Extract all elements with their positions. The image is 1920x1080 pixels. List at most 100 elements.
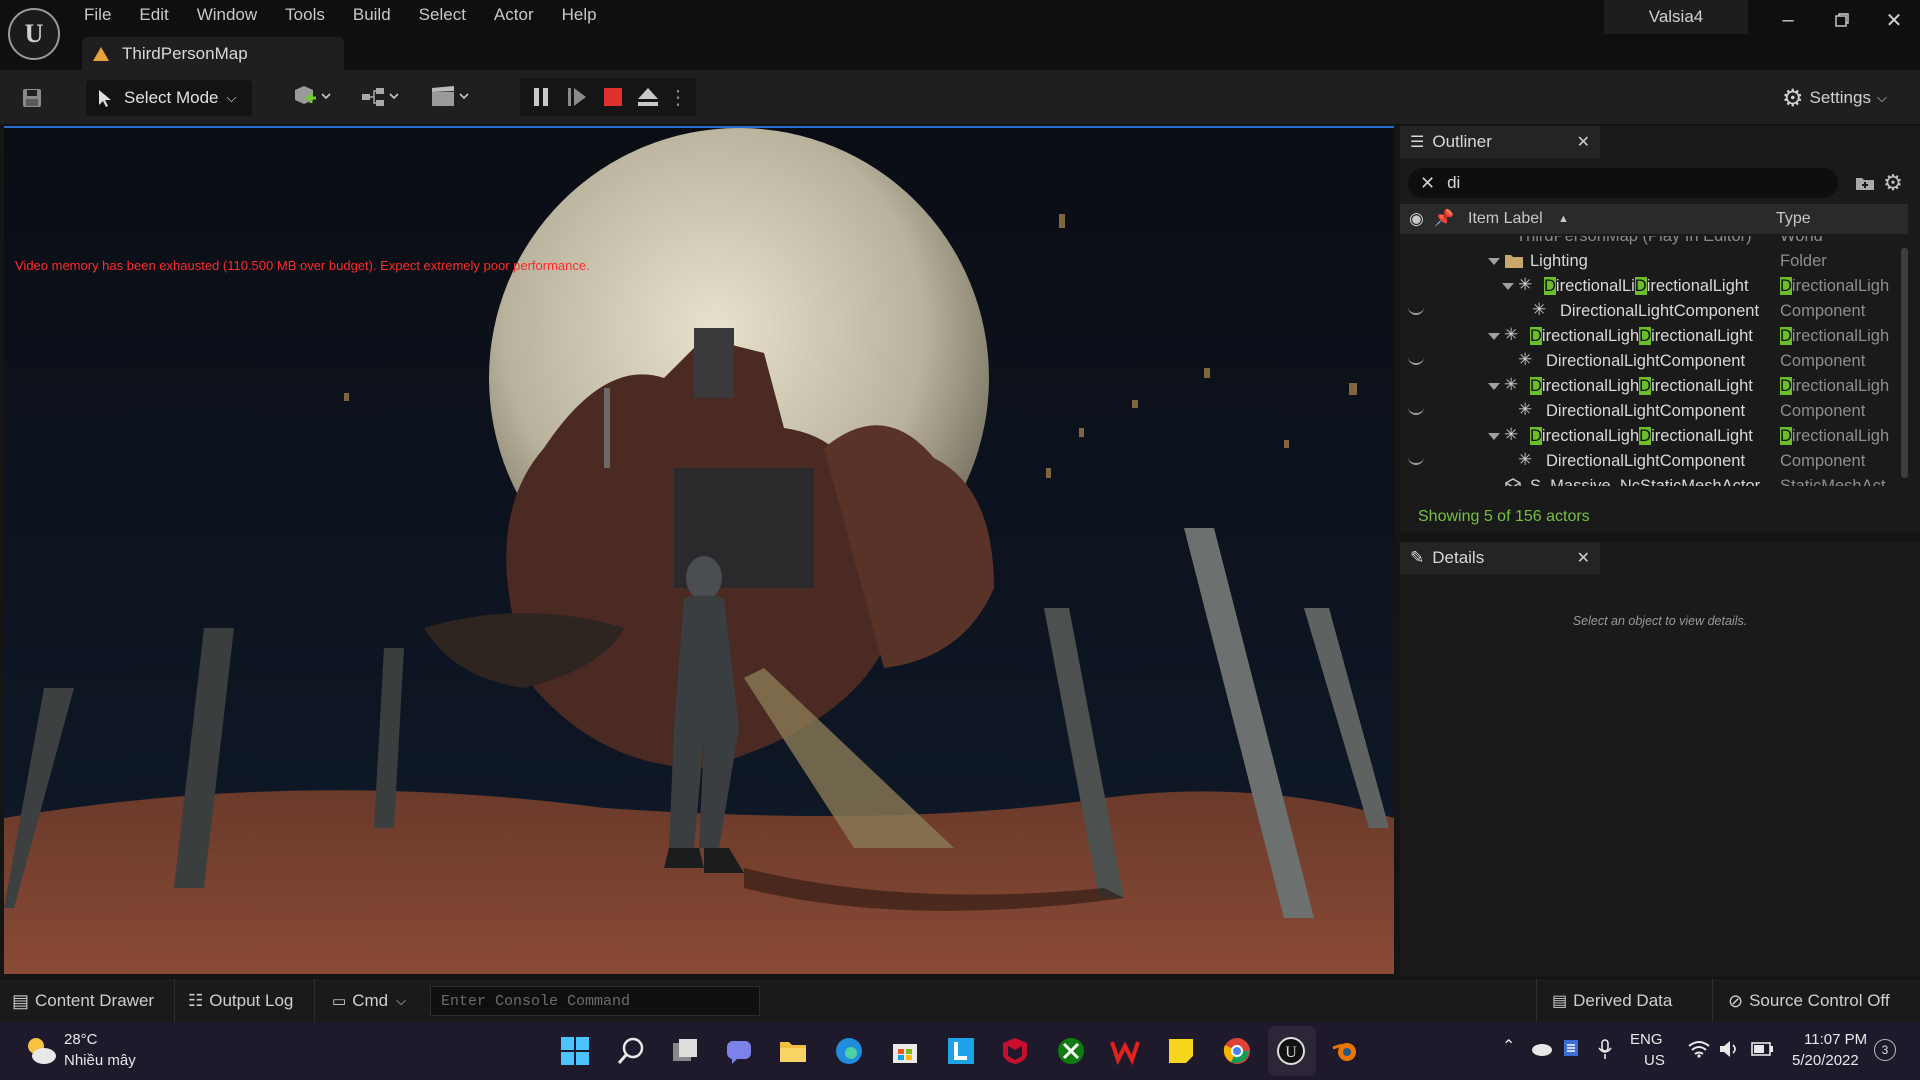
menu-edit[interactable]: Edit: [125, 0, 182, 30]
expand-arrow-icon[interactable]: [1488, 258, 1500, 265]
close-icon[interactable]: ✕: [1577, 132, 1590, 152]
output-log-button[interactable]: ☷ Output Log: [188, 979, 293, 1023]
tree-row-component[interactable]: ✳ DirectionalLightComponent Component: [1400, 399, 1908, 424]
more-options-icon[interactable]: ⋮: [668, 84, 688, 110]
menu-actor[interactable]: Actor: [480, 0, 548, 30]
restore-icon[interactable]: [1822, 6, 1862, 34]
menu-file[interactable]: File: [70, 0, 125, 30]
add-folder-icon[interactable]: [1852, 170, 1878, 196]
file-explorer-icon[interactable]: [778, 1036, 808, 1066]
settings-button[interactable]: ⚙ Settings ⌵: [1782, 83, 1887, 113]
level-tab[interactable]: ThirdPersonMap: [82, 37, 344, 71]
tree-row-label: DirectionalLightComponent: [1546, 352, 1746, 370]
blender-icon[interactable]: [1330, 1036, 1360, 1066]
microphone-icon[interactable]: [1598, 1038, 1612, 1060]
notification-badge[interactable]: 3: [1874, 1039, 1896, 1061]
clock-time[interactable]: 11:07 PM: [1804, 1031, 1867, 1048]
menu-tools[interactable]: Tools: [271, 0, 339, 30]
xbox-icon[interactable]: [1056, 1036, 1086, 1066]
console-command-input[interactable]: [430, 986, 760, 1016]
visibility-toggle-icon[interactable]: [1408, 457, 1424, 465]
save-icon[interactable]: [18, 84, 46, 112]
app-l-icon[interactable]: [946, 1036, 976, 1066]
expand-arrow-icon[interactable]: [1488, 383, 1500, 390]
stop-icon[interactable]: [600, 84, 626, 110]
minimize-icon[interactable]: –: [1768, 6, 1808, 34]
tree-row-light[interactable]: ✳ DirectionalLiDirectionalLight Directio…: [1400, 274, 1908, 299]
outliner-settings-icon[interactable]: ⚙: [1880, 170, 1906, 196]
add-actor-icon[interactable]: [290, 82, 336, 112]
tree-row-light[interactable]: ✳ DirectionalLighDirectionalLight Direct…: [1400, 424, 1908, 449]
edge-browser-icon[interactable]: [834, 1036, 864, 1066]
language-bottom[interactable]: US: [1644, 1052, 1665, 1069]
expand-arrow-icon[interactable]: [1488, 333, 1500, 340]
search-icon[interactable]: [616, 1036, 646, 1066]
visibility-toggle-icon[interactable]: [1408, 307, 1424, 315]
tree-row-component[interactable]: ✳ DirectionalLightComponent Component: [1400, 349, 1908, 374]
details-tab[interactable]: ✎ Details ✕: [1400, 542, 1600, 574]
tree-row-component[interactable]: ✳ DirectionalLightComponent Component: [1400, 449, 1908, 474]
menu-select[interactable]: Select: [405, 0, 480, 30]
clock-date[interactable]: 5/20/2022: [1792, 1052, 1859, 1069]
onedrive-icon[interactable]: [1530, 1040, 1552, 1056]
language-top[interactable]: ENG: [1630, 1031, 1663, 1048]
eject-icon[interactable]: [634, 84, 662, 110]
tree-row-label: DirectionalLightComponent: [1546, 402, 1746, 420]
wifi-icon[interactable]: [1688, 1040, 1710, 1058]
visibility-toggle-icon[interactable]: [1408, 357, 1424, 365]
tree-row-folder[interactable]: Lighting Folder: [1400, 249, 1908, 274]
pin-icon[interactable]: 📌: [1434, 208, 1454, 228]
sticky-notes-icon[interactable]: [1166, 1036, 1196, 1066]
title-bar: U File Edit Window Tools Build Select Ac…: [0, 0, 1920, 71]
tree-row-component[interactable]: ✳ DirectionalLightComponent Component: [1400, 299, 1908, 324]
profile-name[interactable]: Valsia4: [1604, 0, 1748, 34]
tree-row[interactable]: ThirdPersonMap (Play In Editor) World: [1400, 236, 1908, 249]
source-control-button[interactable]: ⊘ Source Control Off: [1728, 979, 1890, 1023]
visibility-toggle-icon[interactable]: [1408, 407, 1424, 415]
unreal-engine-icon[interactable]: U: [1276, 1036, 1306, 1066]
expand-arrow-icon[interactable]: [1502, 283, 1514, 290]
teams-chat-icon[interactable]: [724, 1036, 754, 1066]
derived-data-button[interactable]: ▤ Derived Data: [1552, 979, 1672, 1023]
menu-build[interactable]: Build: [339, 0, 405, 30]
chevron-up-icon[interactable]: ⌃: [1502, 1036, 1515, 1056]
content-drawer-button[interactable]: ▤ Content Drawer: [12, 979, 154, 1023]
menu-help[interactable]: Help: [548, 0, 611, 30]
weather-temp[interactable]: 28°C: [64, 1031, 98, 1048]
outliner-scrollbar[interactable]: [1901, 248, 1908, 478]
volume-icon[interactable]: [1718, 1040, 1740, 1058]
windows-start-icon[interactable]: [560, 1036, 590, 1066]
wps-office-icon[interactable]: [1110, 1036, 1140, 1066]
menu-window[interactable]: Window: [183, 0, 271, 30]
chrome-icon[interactable]: [1222, 1036, 1252, 1066]
pause-icon[interactable]: [528, 84, 554, 110]
task-view-icon[interactable]: [670, 1036, 700, 1066]
blueprint-icon[interactable]: [358, 82, 404, 112]
weather-desc[interactable]: Nhiều mây: [64, 1052, 136, 1069]
mcafee-icon[interactable]: [1000, 1036, 1030, 1066]
app-tray-icon[interactable]: [1562, 1038, 1580, 1058]
outliner-search-input[interactable]: [1447, 173, 1808, 193]
tree-row-mesh[interactable]: S_Massive_NcStaticMeshActor StaticMeshAc…: [1400, 474, 1908, 486]
tree-row-light[interactable]: ✳ DirectionalLighDirectionalLight Direct…: [1400, 374, 1908, 399]
battery-icon[interactable]: [1750, 1040, 1774, 1058]
store-icon[interactable]: [890, 1036, 920, 1066]
visibility-icon[interactable]: ◉: [1409, 209, 1424, 229]
gear-icon: ⚙: [1782, 84, 1804, 112]
outliner-tab[interactable]: ☰ Outliner ✕: [1400, 126, 1600, 158]
clear-search-icon[interactable]: ✕: [1420, 173, 1435, 194]
tree-row-label: DirectionalLiDirectionalLight: [1544, 277, 1749, 295]
select-mode-dropdown[interactable]: Select Mode ⌵: [86, 80, 252, 116]
col-item-label[interactable]: Item Label: [1468, 210, 1543, 228]
expand-arrow-icon[interactable]: [1488, 433, 1500, 440]
tree-row-light[interactable]: ✳ DirectionalLighDirectionalLight Direct…: [1400, 324, 1908, 349]
cinematics-icon[interactable]: [428, 82, 474, 112]
close-window-icon[interactable]: ✕: [1874, 6, 1914, 34]
unreal-logo-icon[interactable]: U: [8, 8, 60, 60]
step-frame-icon[interactable]: [564, 84, 590, 110]
level-viewport[interactable]: Video memory has been exhausted (110.500…: [4, 126, 1394, 974]
cmd-dropdown[interactable]: ▭ Cmd ⌵: [332, 979, 406, 1023]
col-type[interactable]: Type: [1776, 210, 1811, 228]
weather-icon[interactable]: [22, 1034, 58, 1066]
close-icon[interactable]: ✕: [1577, 548, 1590, 568]
